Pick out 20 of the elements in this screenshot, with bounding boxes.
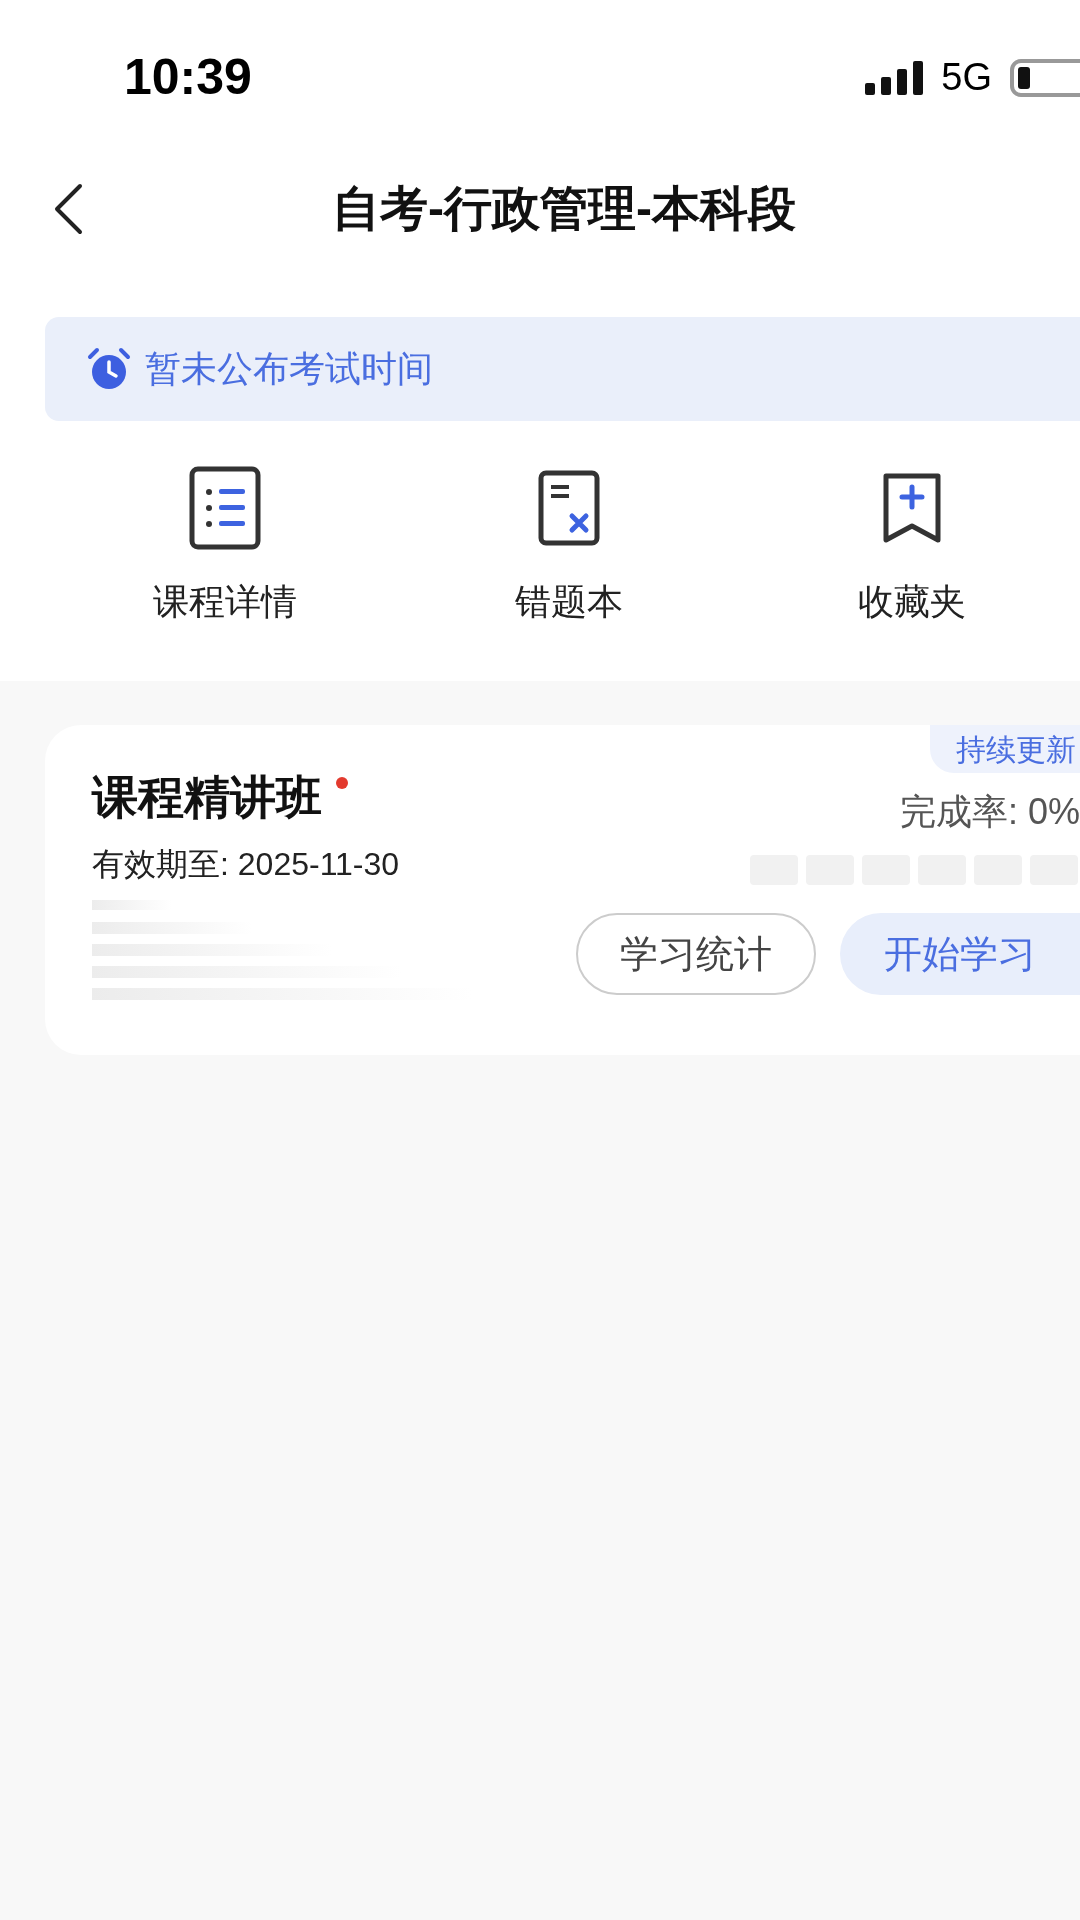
validity-text: 有效期至: 2025-11-30 (92, 845, 401, 884)
shortcut-button[interactable]: 错题本 (448, 465, 689, 629)
page-title: 自考-行政管理-本科段 (331, 181, 796, 237)
study-stats-button[interactable]: 学习统计 (576, 913, 816, 995)
status-time: 10:39 (124, 48, 252, 107)
update-tag: 持续更新 (930, 725, 1080, 773)
shortcut-button[interactable]: 收藏夹 (792, 465, 1032, 629)
completion-rate: 完成率: 0% (899, 790, 1080, 834)
back-icon[interactable] (52, 183, 84, 235)
shortcut-button[interactable]: 课程详情 (105, 465, 345, 629)
bookmark-plus-icon (881, 471, 943, 545)
network-label: 5G (941, 55, 992, 100)
notice-text: 暂未公布考试时间 (145, 347, 433, 391)
start-study-button[interactable]: 开始学习 (840, 913, 1080, 995)
document-x-icon (537, 470, 600, 546)
course-title: 课程精讲班 (92, 770, 322, 825)
signal-icon (865, 60, 924, 95)
alarm-clock-icon (87, 347, 131, 391)
list-icon (189, 466, 261, 550)
battery-icon (1010, 58, 1080, 97)
